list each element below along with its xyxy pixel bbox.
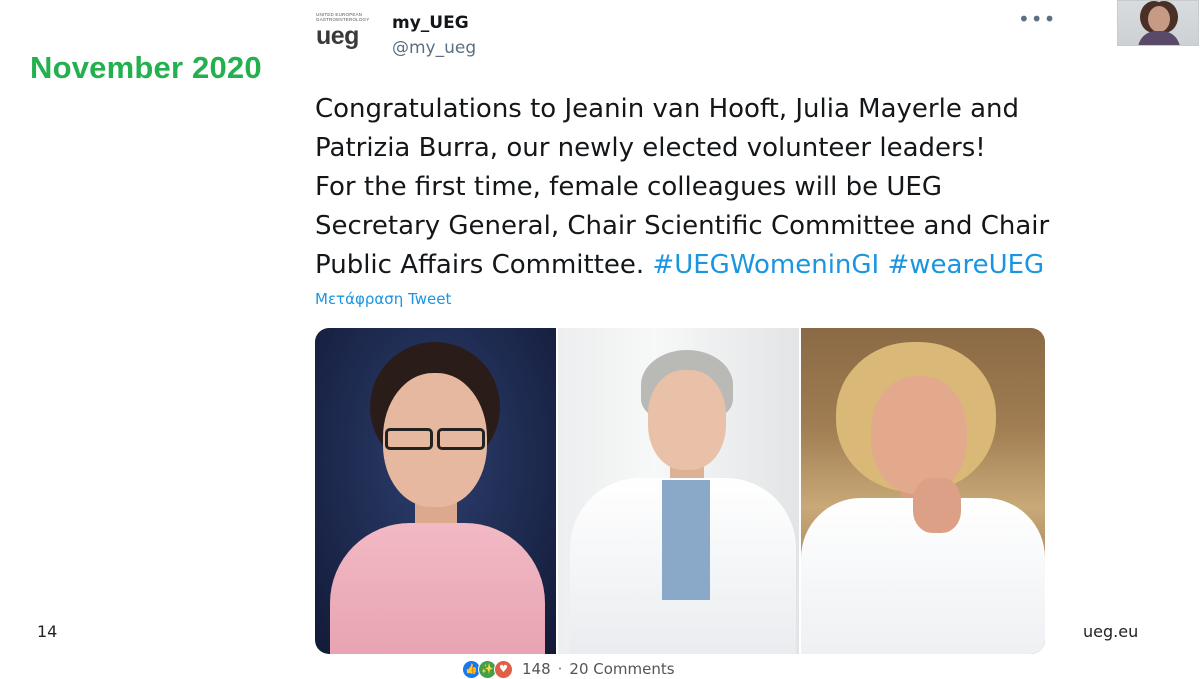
ueg-avatar-logo[interactable]: UNITED EUROPEAN GASTROENTEROLOGY ueg	[316, 12, 372, 54]
hashtag-link[interactable]: #UEGWomeninGI	[652, 250, 879, 280]
separator-dot: ·	[557, 660, 563, 678]
photo-face	[648, 370, 726, 470]
tweet-handle[interactable]: @my_ueg	[392, 38, 476, 58]
slide-title: November 2020	[30, 50, 262, 85]
webcam-person-head	[1148, 6, 1170, 32]
photo-undershirt	[662, 480, 710, 600]
tweet-text-line: Congratulations to Jeanin van Hooft, Jul…	[315, 94, 1019, 124]
avatar-org-text: UNITED EUROPEAN GASTROENTEROLOGY	[316, 12, 370, 22]
photo-jeanin-van-hooft[interactable]	[315, 328, 556, 654]
hashtag-link[interactable]: #weareUEG	[888, 250, 1045, 280]
photo-hand	[913, 478, 961, 533]
tweet-text-line: Secretary General, Chair Scientific Comm…	[315, 211, 1050, 241]
webcam-thumbnail	[1117, 0, 1199, 46]
reactions-bar[interactable]: 👍 ✨ ♥ 148 · 20 Comments	[462, 659, 675, 679]
slide-number: 14	[37, 622, 58, 641]
tweet-text: Congratulations to Jeanin van Hooft, Jul…	[315, 90, 1055, 285]
comments-count-link[interactable]: 20 Comments	[569, 660, 674, 678]
tweet-text-end: Public Affairs Committee.	[315, 250, 645, 280]
more-horizontal-icon: •••	[1018, 7, 1057, 31]
photo-julia-mayerle[interactable]	[558, 328, 799, 654]
footer-website: ueg.eu	[1083, 622, 1139, 641]
tweet-text-line: Patrizia Burra, our newly elected volunt…	[315, 133, 986, 163]
reaction-count[interactable]: 148	[522, 660, 551, 678]
tweet-media-grid[interactable]	[315, 328, 1045, 654]
tweet-text-line: For the first time, female colleagues wi…	[315, 172, 942, 202]
translate-tweet-link[interactable]: Μετάφραση Tweet	[315, 290, 451, 308]
tweet-text-line-last: Public Affairs Committee. #UEGWomeninGI …	[315, 246, 1055, 285]
avatar-wordmark: ueg	[316, 22, 359, 50]
more-options-button[interactable]: •••	[1018, 8, 1055, 32]
photo-shirt	[330, 523, 545, 654]
tweet-display-name[interactable]: my_UEG	[392, 13, 469, 33]
love-icon: ♥	[494, 659, 513, 679]
photo-patrizia-burra[interactable]	[801, 328, 1045, 654]
photo-glasses	[385, 428, 485, 450]
webcam-person-body	[1138, 31, 1180, 45]
photo-face	[871, 376, 967, 494]
